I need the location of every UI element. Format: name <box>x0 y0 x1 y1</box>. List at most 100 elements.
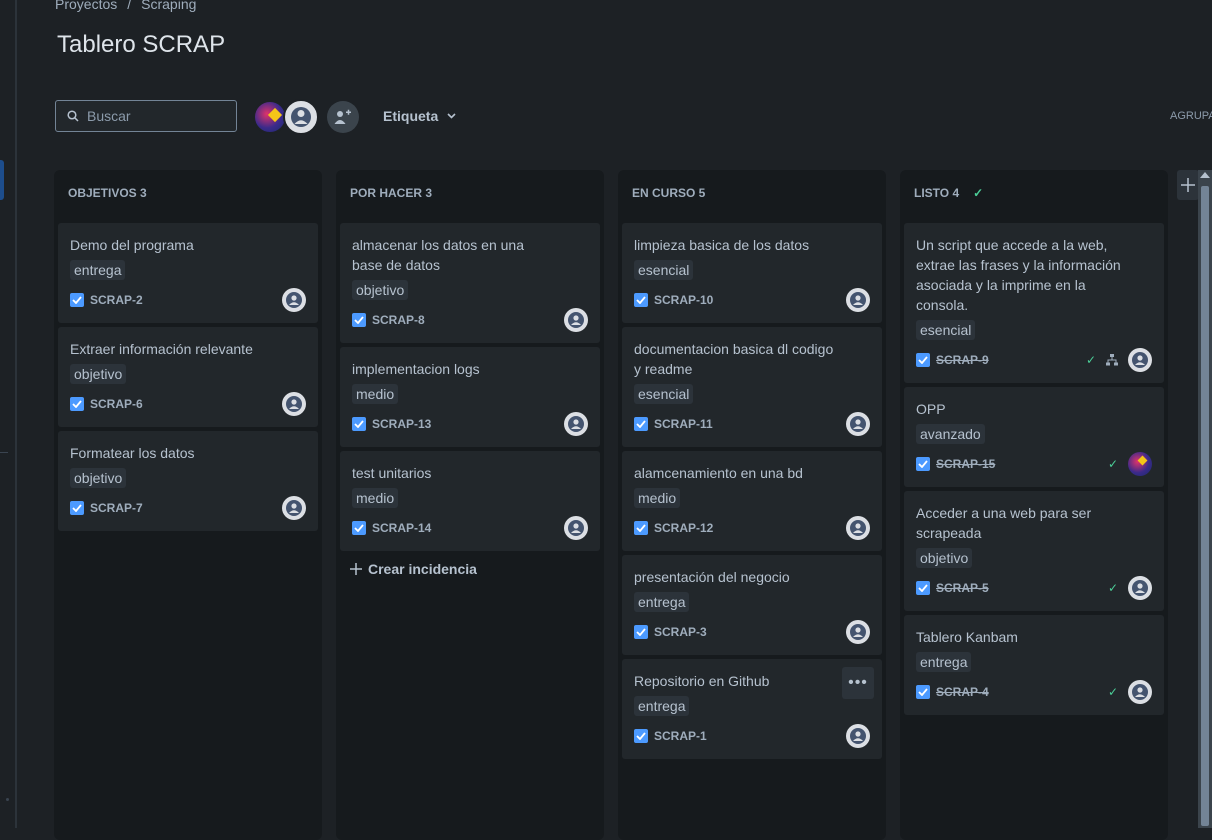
person-icon <box>1132 352 1148 368</box>
label-filter-text: Etiqueta <box>383 108 439 124</box>
issue-card[interactable]: ••• Repositorio en Github entrega SCRAP-… <box>622 659 882 759</box>
group-by-label[interactable]: AGRUPA <box>1170 110 1212 122</box>
card-list: Un script que accede a la web, extrae la… <box>904 223 1164 719</box>
issue-key[interactable]: SCRAP-11 <box>654 417 713 431</box>
issue-key[interactable]: SCRAP-8 <box>372 313 425 327</box>
person-icon <box>850 292 866 308</box>
card-list: limpieza basica de los datos esencial SC… <box>622 223 882 763</box>
column-title: POR HACER 3 <box>350 186 433 200</box>
issue-key[interactable]: SCRAP-10 <box>654 293 713 307</box>
issue-key[interactable]: SCRAP-14 <box>372 521 431 535</box>
scrollbar-thumb[interactable] <box>1201 186 1209 826</box>
breadcrumb-projects[interactable]: Proyectos <box>55 0 117 12</box>
task-icon <box>352 417 366 431</box>
search-input[interactable] <box>85 107 229 125</box>
assignee-avatar[interactable] <box>1128 348 1152 372</box>
issue-key[interactable]: SCRAP-15 <box>936 457 995 471</box>
card-title: Formatear los datos <box>70 445 195 461</box>
card-title: documentacion basica dl codigo y readme <box>634 341 834 377</box>
issue-key[interactable]: SCRAP-4 <box>936 685 989 699</box>
assignee-avatar[interactable] <box>846 620 870 644</box>
column-header: LISTO 4 ✓ <box>914 186 983 200</box>
card-title: presentación del negocio <box>634 569 790 585</box>
issue-key[interactable]: SCRAP-3 <box>654 625 707 639</box>
person-icon <box>1132 684 1148 700</box>
assignee-avatar[interactable] <box>1128 452 1152 476</box>
card-label: medio <box>352 384 399 404</box>
assignee-avatar[interactable] <box>282 392 306 416</box>
chevron-down-icon <box>447 113 456 119</box>
issue-card[interactable]: Demo del programa entrega SCRAP-2 <box>58 223 318 323</box>
page-title: Tablero SCRAP <box>57 31 226 58</box>
add-person-icon <box>334 109 351 124</box>
done-check-icon: ✓ <box>1107 685 1118 699</box>
issue-card[interactable]: implementacion logs medio SCRAP-13 <box>340 347 600 447</box>
card-title: Acceder a una web para ser scrapeada <box>916 505 1092 541</box>
done-check-icon: ✓ <box>1107 457 1118 471</box>
card-title: Un script que accede a la web, extrae la… <box>916 237 1121 313</box>
card-title: limpieza basica de los datos <box>634 237 810 253</box>
issue-card[interactable]: OPP avanzado SCRAP-15 ✓ <box>904 387 1164 487</box>
person-icon <box>291 107 311 127</box>
search-icon <box>67 110 79 122</box>
issue-key[interactable]: SCRAP-2 <box>90 293 143 307</box>
issue-key[interactable]: SCRAP-5 <box>936 581 989 595</box>
assignee-avatar[interactable] <box>846 288 870 312</box>
search-box[interactable] <box>55 100 237 132</box>
issue-card[interactable]: presentación del negocio entrega SCRAP-3 <box>622 555 882 655</box>
task-icon <box>634 417 648 431</box>
issue-card[interactable]: Acceder a una web para ser scrapeada obj… <box>904 491 1164 611</box>
assignee-avatar[interactable] <box>564 412 588 436</box>
issue-key[interactable]: SCRAP-9 <box>936 353 989 367</box>
issue-card[interactable]: documentacion basica dl codigo y readme … <box>622 327 882 447</box>
issue-card[interactable]: test unitarios medio SCRAP-14 <box>340 451 600 551</box>
team-avatar[interactable] <box>253 100 287 134</box>
column-title: LISTO 4 <box>914 186 960 200</box>
assignee-avatar[interactable] <box>564 308 588 332</box>
card-label: objetivo <box>70 364 127 384</box>
card-list: Demo del programa entrega SCRAP-2 Extrae… <box>58 223 318 535</box>
card-title: Repositorio en Github <box>634 673 770 689</box>
issue-key[interactable]: SCRAP-1 <box>654 729 707 743</box>
issue-key[interactable]: SCRAP-13 <box>372 417 431 431</box>
card-label: esencial <box>634 260 694 280</box>
issue-card[interactable]: limpieza basica de los datos esencial SC… <box>622 223 882 323</box>
issue-card[interactable]: Un script que accede a la web, extrae la… <box>904 223 1164 383</box>
done-check-icon: ✓ <box>1085 353 1096 367</box>
issue-key[interactable]: SCRAP-12 <box>654 521 713 535</box>
issue-card[interactable]: alamcenamiento en una bd medio SCRAP-12 <box>622 451 882 551</box>
issue-card[interactable]: Tablero Kanbam entrega SCRAP-4 ✓ <box>904 615 1164 715</box>
assignee-avatar[interactable] <box>282 288 306 312</box>
issue-key[interactable]: SCRAP-6 <box>90 397 143 411</box>
add-column-button[interactable] <box>1177 170 1199 200</box>
issue-card[interactable]: almacenar los datos en una base de datos… <box>340 223 600 343</box>
more-actions-button[interactable]: ••• <box>842 667 874 699</box>
add-people-button[interactable] <box>327 101 359 133</box>
board-column: LISTO 4 ✓ Un script que accede a la web, … <box>900 170 1168 840</box>
create-issue-button[interactable]: Crear incidencia <box>350 561 600 577</box>
assignee-avatar[interactable] <box>282 496 306 520</box>
sidebar-divider <box>0 452 8 453</box>
scroll-up-arrow-icon[interactable] <box>1200 172 1210 178</box>
assignee-avatar[interactable] <box>1128 680 1152 704</box>
assignee-avatar[interactable] <box>846 516 870 540</box>
person-icon <box>286 292 302 308</box>
task-icon <box>916 353 930 367</box>
column-header: EN CURSO 5 <box>632 186 705 200</box>
vertical-scrollbar[interactable] <box>1198 170 1212 828</box>
breadcrumb-scraping[interactable]: Scraping <box>141 0 196 12</box>
issue-card[interactable]: Extraer información relevante objetivo S… <box>58 327 318 427</box>
task-icon <box>70 501 84 515</box>
person-icon <box>568 520 584 536</box>
user-avatar[interactable] <box>283 99 319 135</box>
issue-card[interactable]: Formatear los datos objetivo SCRAP-7 <box>58 431 318 531</box>
assignee-avatar[interactable] <box>846 412 870 436</box>
assignee-avatar[interactable] <box>846 724 870 748</box>
issue-key[interactable]: SCRAP-7 <box>90 501 143 515</box>
card-title: almacenar los datos en una base de datos <box>352 237 524 273</box>
assignee-avatar[interactable] <box>564 516 588 540</box>
task-icon <box>352 313 366 327</box>
assignee-avatar[interactable] <box>1128 576 1152 600</box>
label-filter-dropdown[interactable]: Etiqueta <box>383 108 456 124</box>
breadcrumb-separator: / <box>127 0 132 12</box>
